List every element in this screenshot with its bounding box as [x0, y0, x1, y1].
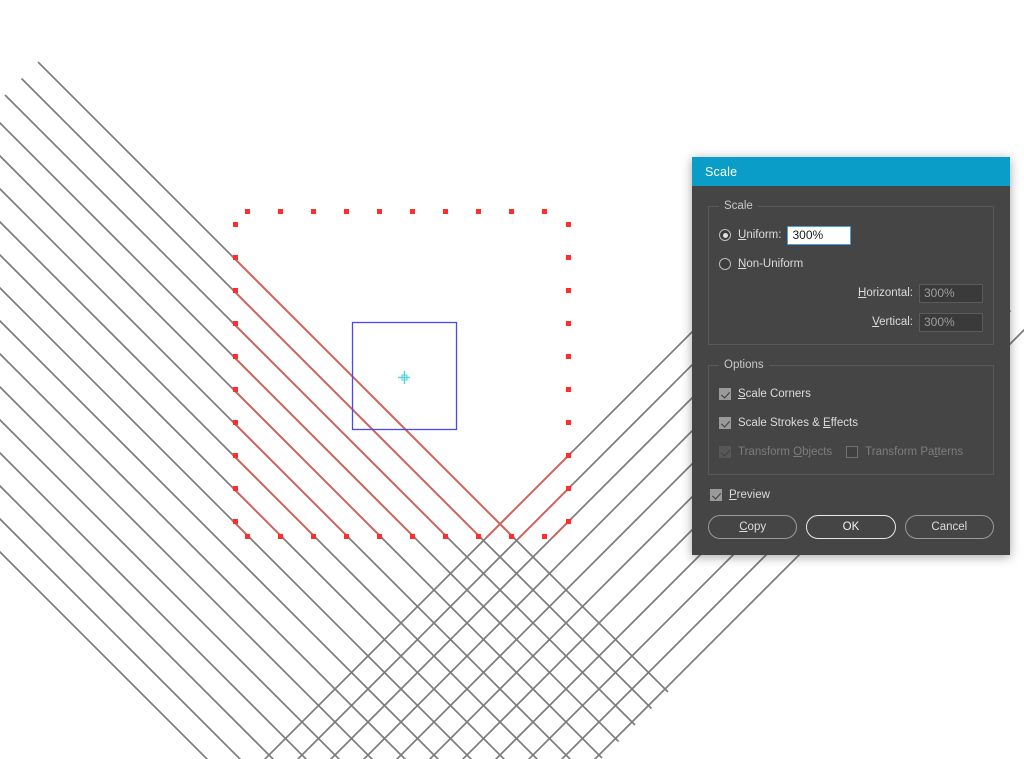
preview-label: Preview [729, 489, 770, 501]
scale-group-legend: Scale [724, 200, 753, 212]
scale-strokes-effects-checkbox[interactable] [719, 417, 731, 429]
horizontal-label: Horizontal: [858, 287, 913, 299]
transform-objects-checkbox [719, 446, 731, 458]
dialog-body: Scale Uniform: Non-Uniform Horizontal: V… [692, 186, 1010, 555]
scale-strokes-effects-label: Scale Strokes & Effects [738, 417, 858, 429]
reference-point-icon[interactable] [398, 371, 410, 384]
horizontal-row[interactable]: Horizontal: [719, 283, 983, 303]
options-group-legend: Options [724, 359, 764, 371]
vertical-row[interactable]: Vertical: [719, 312, 983, 332]
cancel-button[interactable]: Cancel [904, 515, 994, 539]
vertical-label: Vertical: [872, 316, 913, 328]
transform-row: Transform Objects Transform Patterns [719, 442, 983, 462]
transform-objects-label: Transform Objects [738, 446, 833, 458]
uniform-label: Uniform: [738, 229, 782, 241]
horizontal-value-input[interactable] [919, 283, 983, 303]
dialog-title: Scale [705, 164, 738, 179]
ok-button[interactable]: OK [806, 515, 896, 539]
non-uniform-label: Non-Uniform [738, 258, 804, 270]
dialog-buttons: Copy OK Cancel [708, 515, 994, 539]
transform-patterns-checkbox [846, 446, 859, 458]
non-uniform-row[interactable]: Non-Uniform [719, 254, 983, 274]
copy-button[interactable]: Copy [708, 515, 798, 539]
scale-corners-label: Scale Corners [738, 388, 811, 400]
uniform-row[interactable]: Uniform: [719, 225, 983, 245]
illustrator-screenshot: Scale Scale Uniform: Non-Uniform Horizon… [0, 0, 1024, 759]
options-group: Options Scale Corners Scale Strokes & Ef… [708, 359, 994, 475]
scale-corners-row[interactable]: Scale Corners [719, 384, 983, 404]
uniform-value-input[interactable] [787, 225, 852, 245]
preview-checkbox[interactable] [710, 489, 722, 501]
scale-strokes-effects-row[interactable]: Scale Strokes & Effects [719, 413, 983, 433]
preview-row[interactable]: Preview [710, 489, 994, 501]
uniform-radio[interactable] [719, 229, 731, 241]
dialog-titlebar[interactable]: Scale [692, 157, 1010, 186]
transform-patterns-label: Transform Patterns [865, 446, 964, 458]
non-uniform-radio[interactable] [719, 258, 731, 270]
vertical-value-input[interactable] [919, 312, 983, 332]
scale-corners-checkbox[interactable] [719, 388, 731, 400]
scale-group: Scale Uniform: Non-Uniform Horizontal: V… [708, 200, 994, 345]
scale-dialog[interactable]: Scale Scale Uniform: Non-Uniform Horizon… [692, 157, 1010, 555]
